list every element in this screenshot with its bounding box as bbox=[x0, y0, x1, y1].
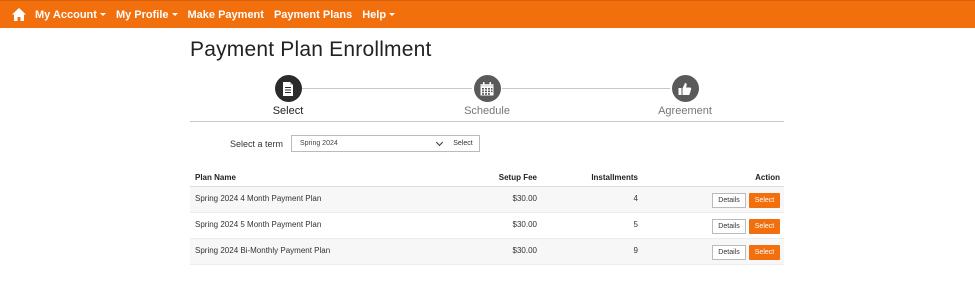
calendar-icon bbox=[473, 75, 501, 102]
enrollment-stepper: Select Schedule Agreement bbox=[190, 75, 784, 123]
nav-payment-plans[interactable]: Payment Plans bbox=[274, 9, 352, 21]
nav-my-account[interactable]: My Account bbox=[35, 9, 106, 21]
nav-my-profile[interactable]: My Profile bbox=[116, 9, 178, 21]
header-setup-fee: Setup Fee bbox=[498, 172, 537, 182]
step-agreement: Agreement bbox=[640, 75, 730, 117]
header-installments: Installments bbox=[591, 172, 638, 182]
term-selected-value: Spring 2024 bbox=[300, 140, 338, 147]
payment-plan-table: Plan Name Setup Fee Installments Action … bbox=[190, 168, 784, 265]
step-select: Select bbox=[243, 75, 333, 117]
select-plan-button[interactable]: Select bbox=[749, 193, 780, 208]
step-schedule: Schedule bbox=[442, 75, 532, 117]
document-icon bbox=[274, 75, 302, 102]
term-select-button[interactable]: Select bbox=[447, 135, 480, 152]
setup-fee: $30.00 bbox=[512, 246, 537, 255]
caret-down-icon bbox=[389, 13, 396, 16]
table-row: Spring 2024 4 Month Payment Plan $30.00 … bbox=[190, 187, 784, 213]
top-navbar: My Account My Profile Make Payment Payme… bbox=[0, 0, 975, 28]
thumbs-up-icon bbox=[671, 75, 699, 102]
details-button[interactable]: Details bbox=[712, 245, 746, 260]
table-header: Plan Name Setup Fee Installments Action bbox=[190, 168, 784, 187]
installments: 4 bbox=[633, 194, 638, 203]
table-row: Spring 2024 5 Month Payment Plan $30.00 … bbox=[190, 213, 784, 239]
step-label: Agreement bbox=[658, 105, 712, 117]
setup-fee: $30.00 bbox=[512, 220, 537, 229]
chevron-down-icon bbox=[435, 138, 444, 146]
plan-name: Spring 2024 Bi-Monthly Payment Plan bbox=[195, 246, 331, 255]
header-action: Action bbox=[755, 172, 780, 182]
nav-help[interactable]: Help bbox=[362, 9, 396, 21]
step-label: Select bbox=[272, 105, 304, 117]
nav-make-payment[interactable]: Make Payment bbox=[188, 9, 264, 21]
details-button[interactable]: Details bbox=[712, 219, 746, 234]
caret-down-icon bbox=[171, 13, 178, 16]
home-icon[interactable] bbox=[12, 8, 26, 22]
details-button[interactable]: Details bbox=[712, 193, 746, 208]
select-plan-button[interactable]: Select bbox=[749, 245, 780, 260]
row-actions: Details Select bbox=[638, 245, 784, 260]
step-label: Schedule bbox=[464, 105, 510, 117]
term-select[interactable]: Spring 2024 bbox=[291, 135, 448, 152]
plan-name: Spring 2024 5 Month Payment Plan bbox=[195, 220, 322, 229]
select-plan-button[interactable]: Select bbox=[749, 219, 780, 234]
header-plan-name: Plan Name bbox=[195, 172, 236, 182]
installments: 5 bbox=[633, 220, 638, 229]
term-label: Select a term bbox=[230, 139, 284, 149]
setup-fee: $30.00 bbox=[512, 194, 537, 203]
row-actions: Details Select bbox=[638, 219, 784, 234]
page-title: Payment Plan Enrollment bbox=[190, 38, 432, 61]
installments: 9 bbox=[633, 246, 638, 255]
plan-name: Spring 2024 4 Month Payment Plan bbox=[195, 194, 322, 203]
stepper-divider bbox=[190, 121, 784, 122]
caret-down-icon bbox=[99, 13, 106, 16]
table-row: Spring 2024 Bi-Monthly Payment Plan $30.… bbox=[190, 239, 784, 265]
row-actions: Details Select bbox=[638, 193, 784, 208]
